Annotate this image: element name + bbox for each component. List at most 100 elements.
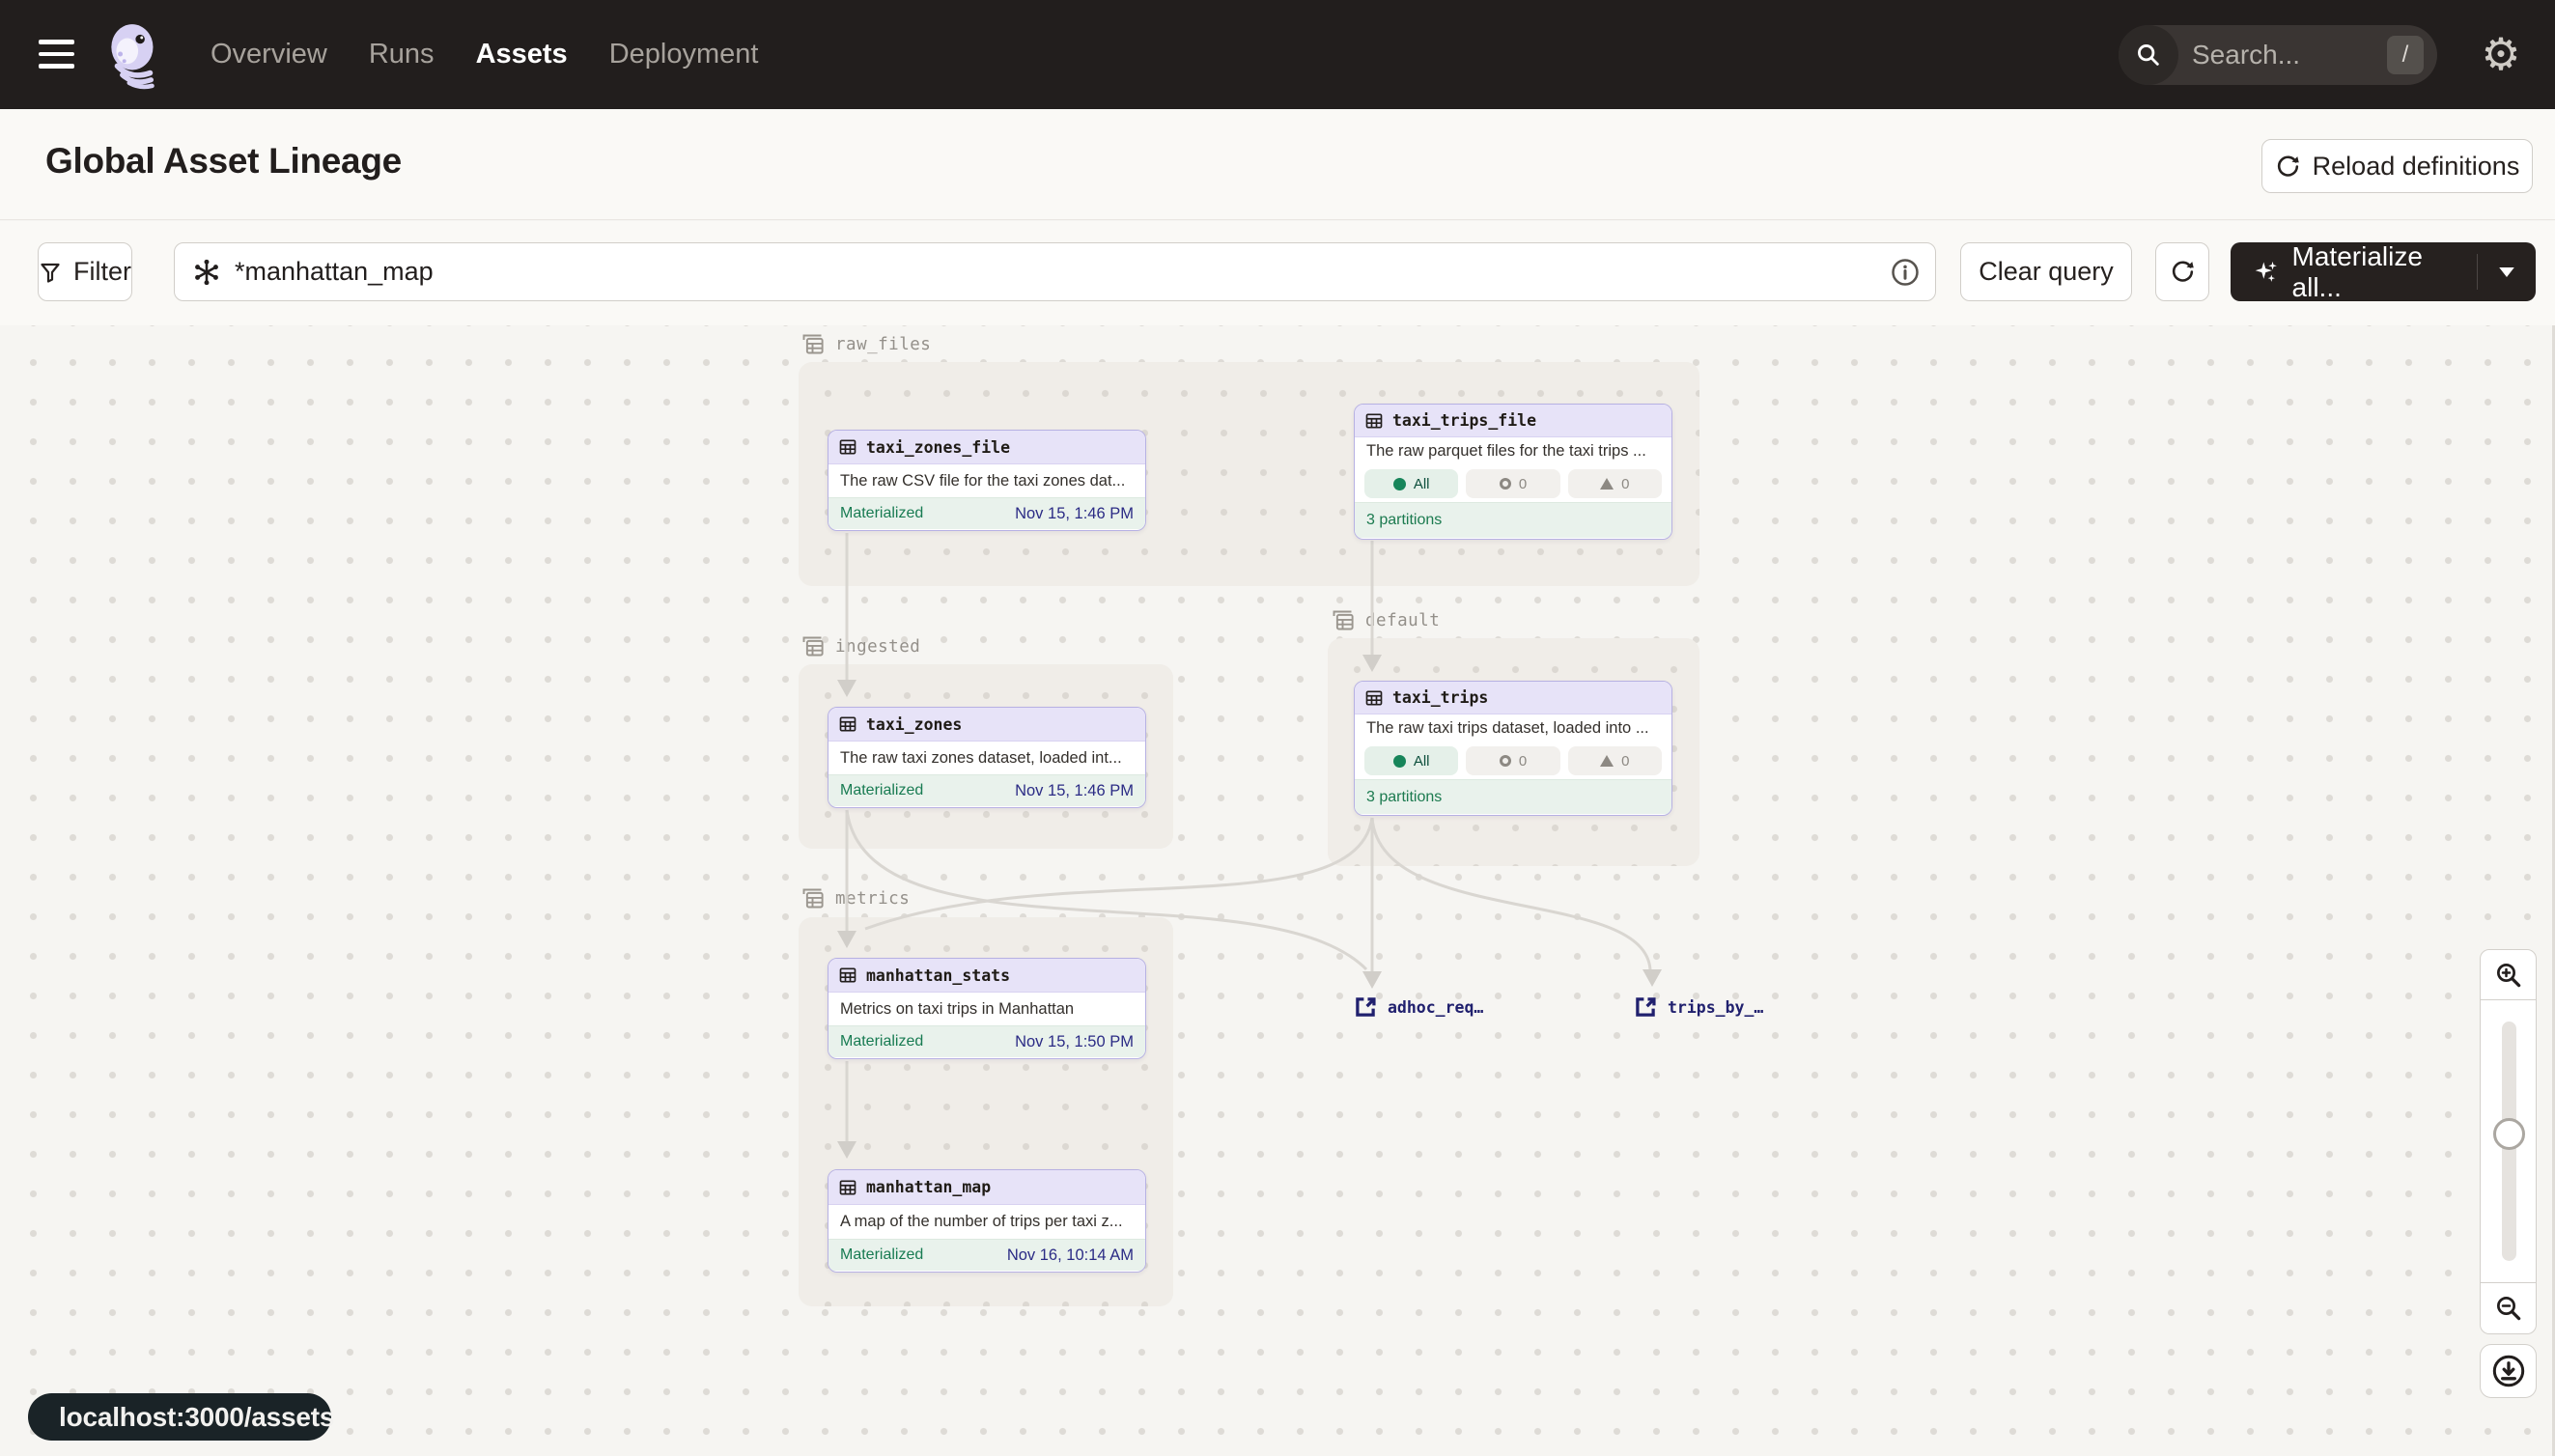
dagster-logo-icon[interactable] bbox=[99, 18, 171, 95]
zoom-in-button[interactable] bbox=[2480, 949, 2537, 1000]
external-asset-name: trips_by_… bbox=[1668, 998, 1763, 1017]
top-nav-bar: Overview Runs Assets Deployment / ⚙ bbox=[0, 0, 2555, 109]
partitions-all-pill[interactable]: All bbox=[1364, 469, 1458, 498]
external-asset-name: adhoc_req… bbox=[1388, 998, 1483, 1017]
table-icon bbox=[838, 714, 857, 734]
browser-status-url: localhost:3000/assets bbox=[28, 1393, 331, 1441]
materialized-label: Materialized bbox=[840, 505, 923, 522]
group-name: ingested bbox=[835, 637, 920, 657]
materialized-time: Nov 15, 1:50 PM bbox=[1015, 1033, 1134, 1051]
nav-link-overview[interactable]: Overview bbox=[211, 39, 327, 70]
materialize-all-main[interactable]: Materialize all... bbox=[2231, 241, 2477, 303]
asset-node-header: manhattan_stats bbox=[828, 959, 1145, 993]
download-image-button[interactable] bbox=[2480, 1344, 2537, 1398]
asset-node-manhattan-map[interactable]: manhattan_map A map of the number of tri… bbox=[828, 1169, 1146, 1273]
asset-description: The raw CSV file for the taxi zones dat.… bbox=[828, 464, 1145, 497]
caret-down-icon bbox=[2499, 267, 2514, 277]
materialize-all-label: Materialize all... bbox=[2292, 241, 2477, 303]
zoom-slider-thumb[interactable] bbox=[2493, 1118, 2525, 1150]
asset-description: Metrics on taxi trips in Manhattan bbox=[828, 993, 1145, 1025]
external-link-icon bbox=[1633, 994, 1658, 1020]
external-asset-adhoc-request[interactable]: adhoc_req… bbox=[1353, 994, 1483, 1020]
nav-links: Overview Runs Assets Deployment bbox=[211, 0, 758, 109]
external-link-icon bbox=[1353, 994, 1378, 1020]
search-input[interactable] bbox=[2178, 40, 2387, 70]
partitions-missing-pill[interactable]: 0 bbox=[1466, 469, 1559, 498]
group-table-icon bbox=[800, 885, 826, 911]
refresh-icon bbox=[2170, 259, 2196, 285]
clear-query-label: Clear query bbox=[1979, 257, 2114, 287]
asset-status-row: Materialized Nov 16, 10:14 AM bbox=[828, 1239, 1145, 1271]
asset-node-header: manhattan_map bbox=[828, 1170, 1145, 1205]
asset-node-taxi-trips[interactable]: taxi_trips The raw taxi trips dataset, l… bbox=[1354, 681, 1672, 816]
asset-description: The raw taxi zones dataset, loaded int..… bbox=[828, 742, 1145, 774]
nav-link-assets[interactable]: Assets bbox=[476, 39, 568, 70]
asset-query-field bbox=[174, 242, 1936, 301]
failed-triangle-icon bbox=[1600, 755, 1614, 767]
asset-node-taxi-zones-file[interactable]: taxi_zones_file The raw CSV file for the… bbox=[828, 430, 1146, 531]
partitions-all-pill[interactable]: All bbox=[1364, 746, 1458, 775]
group-table-icon bbox=[1330, 607, 1356, 633]
asset-node-manhattan-stats[interactable]: manhattan_stats Metrics on taxi trips in… bbox=[828, 958, 1146, 1059]
canvas-zoom-controls bbox=[2480, 949, 2537, 1334]
materialized-label: Materialized bbox=[840, 1033, 923, 1050]
materialize-dropdown[interactable] bbox=[2477, 254, 2536, 290]
asset-description: A map of the number of trips per taxi z.… bbox=[828, 1205, 1145, 1239]
hamburger-menu-icon[interactable] bbox=[39, 35, 77, 73]
asset-node-taxi-trips-file[interactable]: taxi_trips_file The raw parquet files fo… bbox=[1354, 404, 1672, 540]
pill-label: All bbox=[1414, 753, 1430, 770]
asset-status-row: Materialized Nov 15, 1:46 PM bbox=[828, 497, 1145, 529]
page-title: Global Asset Lineage bbox=[45, 141, 402, 182]
partitions-failed-pill[interactable]: 0 bbox=[1568, 469, 1662, 498]
asset-description: The raw parquet files for the taxi trips… bbox=[1355, 437, 1671, 465]
external-asset-trips-by[interactable]: trips_by_… bbox=[1633, 994, 1763, 1020]
zoom-out-button[interactable] bbox=[2480, 1283, 2537, 1334]
asset-name: manhattan_stats bbox=[866, 966, 1010, 985]
search-shortcut-badge: / bbox=[2387, 36, 2424, 74]
magnifier-minus-icon bbox=[2494, 1294, 2523, 1323]
clear-query-button[interactable]: Clear query bbox=[1960, 242, 2132, 301]
status-url-text: localhost:3000/assets bbox=[59, 1402, 334, 1433]
failed-triangle-icon bbox=[1600, 478, 1614, 490]
info-icon[interactable] bbox=[1891, 258, 1920, 287]
group-label-ingested[interactable]: ingested bbox=[800, 633, 920, 659]
table-icon bbox=[838, 437, 857, 457]
group-label-raw-files[interactable]: raw_files bbox=[800, 331, 931, 357]
materialized-label: Materialized bbox=[840, 782, 923, 799]
reload-definitions-button[interactable]: Reload definitions bbox=[2261, 139, 2533, 193]
asset-status-row: Materialized Nov 15, 1:46 PM bbox=[828, 774, 1145, 806]
asset-node-taxi-zones[interactable]: taxi_zones The raw taxi zones dataset, l… bbox=[828, 707, 1146, 808]
materialized-time: Nov 15, 1:46 PM bbox=[1015, 505, 1134, 523]
group-label-default[interactable]: default bbox=[1330, 607, 1440, 633]
materialize-all-button[interactable]: Materialize all... bbox=[2231, 242, 2536, 301]
group-label-metrics[interactable]: metrics bbox=[800, 885, 910, 911]
settings-gear-icon[interactable]: ⚙ bbox=[2476, 27, 2526, 81]
group-table-icon bbox=[800, 633, 826, 659]
materialized-time: Nov 16, 10:14 AM bbox=[1007, 1246, 1134, 1265]
magnifier-plus-icon bbox=[2494, 961, 2523, 990]
success-dot-icon bbox=[1393, 755, 1406, 768]
partitions-footer: 3 partitions bbox=[1355, 779, 1671, 814]
group-table-icon bbox=[800, 331, 826, 357]
reload-definitions-label: Reload definitions bbox=[2313, 152, 2520, 182]
nav-link-deployment[interactable]: Deployment bbox=[609, 39, 759, 70]
asset-node-header: taxi_trips bbox=[1355, 682, 1671, 714]
global-search[interactable]: / bbox=[2119, 25, 2437, 85]
pill-label: All bbox=[1414, 476, 1430, 492]
table-icon bbox=[838, 966, 857, 985]
asset-description: The raw taxi trips dataset, loaded into … bbox=[1355, 714, 1671, 742]
asset-status-row: Materialized Nov 15, 1:50 PM bbox=[828, 1025, 1145, 1057]
dagster-app-window: Overview Runs Assets Deployment / ⚙ Glob… bbox=[0, 0, 2555, 1456]
zoom-slider bbox=[2480, 1000, 2537, 1283]
nav-link-runs[interactable]: Runs bbox=[369, 39, 435, 70]
missing-ring-icon bbox=[1500, 478, 1511, 490]
asset-name: manhattan_map bbox=[866, 1178, 991, 1196]
partitions-footer: 3 partitions bbox=[1355, 502, 1671, 538]
partitions-failed-pill[interactable]: 0 bbox=[1568, 746, 1662, 775]
partitions-missing-pill[interactable]: 0 bbox=[1466, 746, 1559, 775]
filter-button[interactable]: Filter bbox=[38, 242, 132, 301]
refresh-button[interactable] bbox=[2155, 242, 2209, 301]
sparkles-icon bbox=[2252, 258, 2281, 287]
filter-label: Filter bbox=[73, 257, 131, 287]
asset-query-input[interactable] bbox=[221, 257, 1891, 287]
